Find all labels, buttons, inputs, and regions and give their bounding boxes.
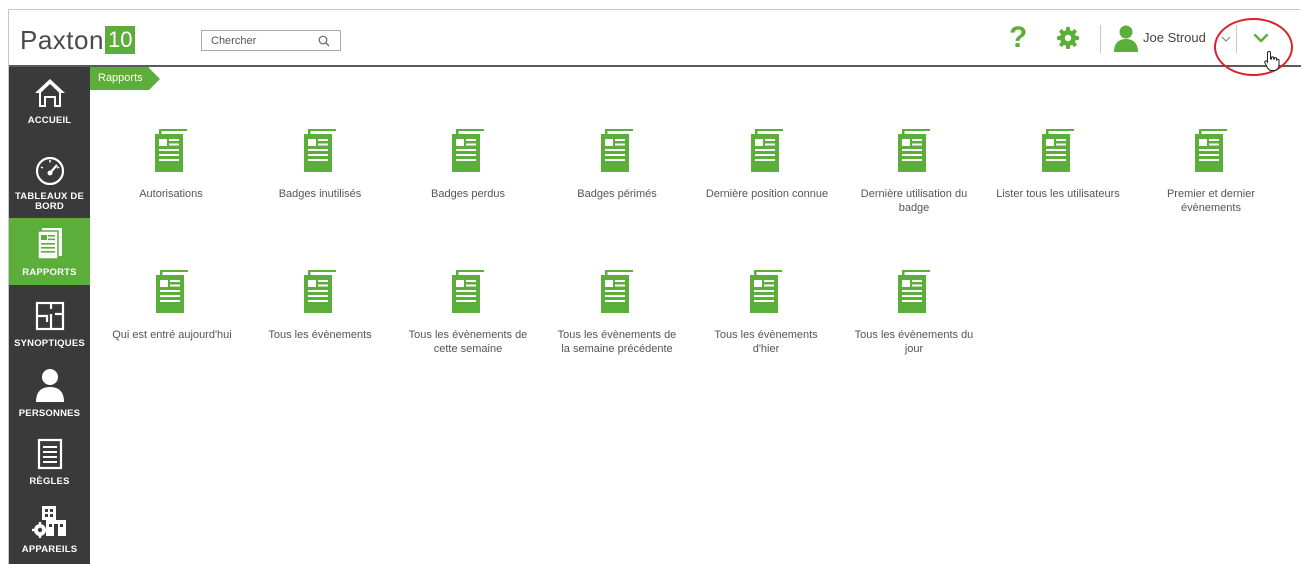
sidebar-item-label: ACCUEIL: [27, 115, 72, 126]
report-tile[interactable]: Badges inutilisés: [255, 128, 385, 201]
report-tile[interactable]: Badges perdus: [403, 128, 533, 201]
expand-menu-button[interactable]: [1249, 28, 1273, 48]
gear-icon[interactable]: [1056, 26, 1080, 50]
sidebar-item-label: RÈGLES: [29, 476, 70, 487]
rules-icon: [37, 438, 63, 475]
sidebar-item-appareils[interactable]: APPAREILS: [9, 498, 90, 564]
logo-text: Paxton: [20, 25, 104, 55]
sidebar-item-regles[interactable]: RÈGLES: [9, 430, 90, 498]
home-icon: [33, 77, 67, 114]
person-icon: [34, 368, 66, 407]
report-tile[interactable]: Premier et dernier évènements: [1146, 128, 1276, 215]
search-box[interactable]: [201, 30, 341, 51]
hand-cursor-icon: [1263, 50, 1281, 72]
report-icon: [153, 269, 191, 315]
report-label: Autorisations: [139, 188, 203, 200]
report-icon: [598, 128, 636, 174]
report-label: Tous les évènements du jour: [854, 329, 974, 355]
sidebar-item-personnes[interactable]: PERSONNES: [9, 360, 90, 428]
sidebar-nav: ACCUEIL TABLEAUX DE BORD RAPPORTS SYNOPT…: [9, 67, 90, 564]
report-tile[interactable]: Tous les évènements d'hier: [701, 269, 831, 356]
report-tile[interactable]: Tous les évènements de cette semaine: [403, 269, 533, 356]
report-tile[interactable]: Tous les évènements: [255, 269, 385, 342]
chevron-down-icon[interactable]: [1220, 32, 1232, 44]
report-label: Tous les évènements: [268, 329, 372, 341]
sidebar-item-tableaux-de-bord[interactable]: TABLEAUX DE BORD: [9, 145, 90, 215]
report-tile[interactable]: Lister tous les utilisateurs: [985, 128, 1131, 201]
report-tile[interactable]: Dernière position connue: [695, 128, 839, 201]
report-label: Dernière utilisation du badge: [860, 188, 968, 214]
report-icon: [747, 269, 785, 315]
logo-version: 10: [104, 26, 136, 54]
report-label: Tous les évènements de la semaine précéd…: [557, 329, 677, 355]
report-label: Badges perdus: [431, 188, 505, 200]
sidebar-item-accueil[interactable]: ACCUEIL: [9, 67, 90, 139]
devices-icon: [31, 504, 68, 543]
report-icon: [895, 269, 933, 315]
search-icon[interactable]: [314, 31, 334, 50]
report-label: Lister tous les utilisateurs: [996, 188, 1120, 200]
report-tile[interactable]: Tous les évènements de la semaine précéd…: [552, 269, 682, 356]
report-icon: [449, 128, 487, 174]
user-avatar-icon[interactable]: [1113, 24, 1139, 52]
sidebar-item-synoptiques[interactable]: SYNOPTIQUES: [9, 290, 90, 358]
report-icon: [895, 128, 933, 174]
dashboard-icon: [33, 155, 67, 190]
sidebar-item-label: RAPPORTS: [22, 267, 77, 278]
sidebar-item-label: TABLEAUX DE BORD: [14, 191, 85, 212]
app-window: Paxton 10 ?: [8, 9, 1301, 564]
search-input[interactable]: [202, 31, 314, 50]
paxton-logo: Paxton 10: [20, 25, 136, 55]
header-divider: [1100, 25, 1101, 53]
report-icon: [301, 269, 339, 315]
top-header: Paxton 10 ?: [9, 10, 1301, 76]
report-tile[interactable]: Tous les évènements du jour: [849, 269, 979, 356]
sidebar-item-label: PERSONNES: [18, 408, 81, 419]
report-label: Badges périmés: [577, 188, 657, 200]
floorplan-icon: [34, 300, 66, 337]
report-label: Tous les évènements de cette semaine: [408, 329, 528, 355]
sidebar-item-label: APPAREILS: [21, 544, 78, 555]
sidebar-item-rapports[interactable]: RAPPORTS: [9, 218, 90, 285]
header-divider: [1236, 25, 1237, 53]
report-icon: [1039, 128, 1077, 174]
report-tile[interactable]: Autorisations: [106, 128, 236, 201]
report-icon: [301, 128, 339, 174]
report-label: Qui est entré aujourd'hui: [112, 329, 232, 341]
report-icon: [598, 269, 636, 315]
user-name[interactable]: Joe Stroud: [1143, 30, 1206, 45]
report-tile[interactable]: Badges périmés: [552, 128, 682, 201]
breadcrumb: Rapports: [90, 67, 160, 90]
report-label: Premier et dernier évènements: [1166, 188, 1256, 214]
report-tile[interactable]: Dernière utilisation du badge: [849, 128, 979, 215]
breadcrumb-arrow: [148, 67, 160, 90]
report-label: Badges inutilisés: [278, 188, 362, 200]
report-icon: [449, 269, 487, 315]
report-icon: [1192, 128, 1230, 174]
help-icon[interactable]: ?: [1009, 22, 1027, 54]
report-tile[interactable]: Qui est entré aujourd'hui: [106, 269, 238, 342]
report-icon: [748, 128, 786, 174]
report-icon: [36, 227, 64, 266]
report-icon: [152, 128, 190, 174]
sidebar-item-label: SYNOPTIQUES: [14, 338, 85, 349]
breadcrumb-item-rapports[interactable]: Rapports: [90, 67, 149, 90]
report-label: Tous les évènements d'hier: [714, 329, 818, 355]
report-label: Dernière position connue: [705, 188, 829, 200]
